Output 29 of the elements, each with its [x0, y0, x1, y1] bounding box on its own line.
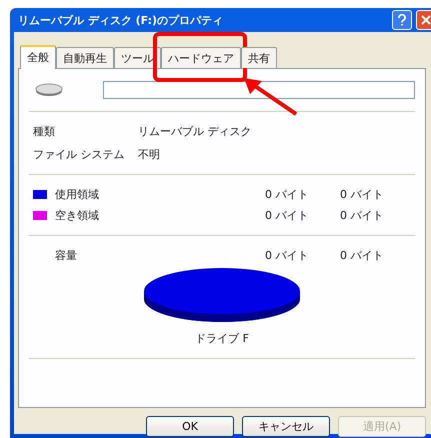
usage-bytes: 0 バイト: [265, 187, 310, 202]
tab[interactable]: ツール: [114, 47, 161, 68]
usage-bytes: 0 バイト: [265, 208, 310, 223]
info-label: 種類: [33, 124, 56, 139]
capacity-size: 0 バイト: [340, 248, 384, 263]
info-label: ファイル システム: [33, 147, 126, 162]
help-button[interactable]: [392, 10, 412, 30]
info-value: リムーバブル ディスク: [138, 124, 252, 139]
tab[interactable]: 共有: [241, 47, 277, 68]
usage-size: 0 バイト: [340, 208, 384, 223]
tab[interactable]: 全般: [20, 45, 56, 69]
capacity-bytes: 0 バイト: [265, 248, 310, 263]
help-icon: [397, 14, 407, 26]
dialog-button[interactable]: OK: [146, 416, 234, 437]
drive-label: ドライブ F: [195, 331, 249, 346]
drive-name-field[interactable]: [103, 81, 415, 99]
arrow-drawing: [242, 76, 298, 116]
close-icon: [421, 15, 431, 25]
drive-icon: [35, 83, 63, 97]
usage-label: 使用領域: [55, 187, 100, 202]
close-button[interactable]: [416, 10, 431, 30]
capacity-label: 容量: [55, 248, 78, 263]
usage-label: 空き領域: [55, 208, 100, 223]
tab[interactable]: ハードウェア: [161, 47, 241, 68]
tab[interactable]: 自動再生: [56, 47, 114, 68]
info-value: 不明: [138, 147, 161, 162]
dialog-button[interactable]: キャンセル: [242, 416, 330, 437]
usage-size: 0 バイト: [340, 187, 384, 202]
window-title: リムーバブル ディスク (F:)のプロパティ: [18, 12, 224, 28]
